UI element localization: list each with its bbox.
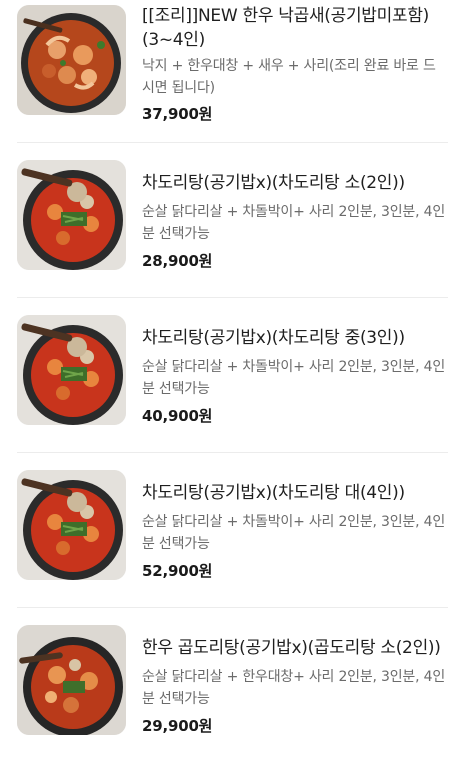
divider xyxy=(17,142,448,143)
menu-item-title: 한우 곱도리탕(공기밥x)(곱도리탕 소(2인)) xyxy=(142,638,441,658)
menu-item-photo[interactable] xyxy=(17,625,126,735)
chadoritang-photo-icon xyxy=(17,470,126,580)
menu-item-price: 28,900원 xyxy=(142,252,213,270)
menu-item[interactable]: 한우 곱도리탕(공기밥x)(곱도리탕 소(2인)) 순살 닭다리살 + 한우대창… xyxy=(0,620,466,760)
menu-item[interactable]: 차도리탕(공기밥x)(차도리탕 소(2인)) 순살 닭다리살 + 차돌박이+ 사… xyxy=(0,155,466,295)
menu-item-description: 순살 닭다리살 + 차돌박이+ 사리 2인분, 3인분, 4인분 선택가능 xyxy=(142,359,445,397)
menu-item-photo[interactable] xyxy=(17,315,126,425)
menu-item-title: 차도리탕(공기밥x)(차도리탕 대(4인)) xyxy=(142,483,405,503)
menu-item[interactable]: [[조리]]NEW 한우 낙곱새(공기밥미포함)(3~4인) 낙지 + 한우대창… xyxy=(0,0,466,140)
chadoritang-photo-icon xyxy=(17,160,126,270)
menu-item-price: 40,900원 xyxy=(142,407,213,425)
menu-item[interactable]: 차도리탕(공기밥x)(차도리탕 중(3인)) 순살 닭다리살 + 차돌박이+ 사… xyxy=(0,310,466,450)
divider xyxy=(17,607,448,608)
divider xyxy=(17,297,448,298)
menu-item-price: 52,900원 xyxy=(142,562,213,580)
gopdoritang-photo-icon xyxy=(17,625,126,735)
divider xyxy=(17,452,448,453)
menu-item-photo[interactable] xyxy=(17,470,126,580)
menu-item-description: 순살 닭다리살 + 차돌박이+ 사리 2인분, 3인분, 4인분 선택가능 xyxy=(142,204,445,242)
menu-item-photo[interactable] xyxy=(17,160,126,270)
chadoritang-photo-icon xyxy=(17,315,126,425)
menu-item-photo[interactable] xyxy=(17,5,126,115)
menu-item[interactable]: 차도리탕(공기밥x)(차도리탕 대(4인)) 순살 닭다리살 + 차돌박이+ 사… xyxy=(0,465,466,605)
menu-item-price: 29,900원 xyxy=(142,717,213,735)
menu-item-description: 낙지 + 한우대창 + 새우 + 사리(조리 완료 바로 드시면 됩니다) xyxy=(142,58,436,96)
menu-item-price: 37,900원 xyxy=(142,105,213,123)
nakgopsae-photo-icon xyxy=(17,5,126,115)
menu-item-title: [[조리]]NEW 한우 낙곱새(공기밥미포함)(3~4인) xyxy=(142,6,429,50)
menu-item-description: 순살 닭다리살 + 차돌박이+ 사리 2인분, 3인분, 4인분 선택가능 xyxy=(142,514,445,552)
menu-item-title: 차도리탕(공기밥x)(차도리탕 중(3인)) xyxy=(142,328,405,348)
menu-item-title: 차도리탕(공기밥x)(차도리탕 소(2인)) xyxy=(142,173,405,193)
menu-item-description: 순살 닭다리살 + 한우대창+ 사리 2인분, 3인분, 4인분 선택가능 xyxy=(142,669,445,707)
